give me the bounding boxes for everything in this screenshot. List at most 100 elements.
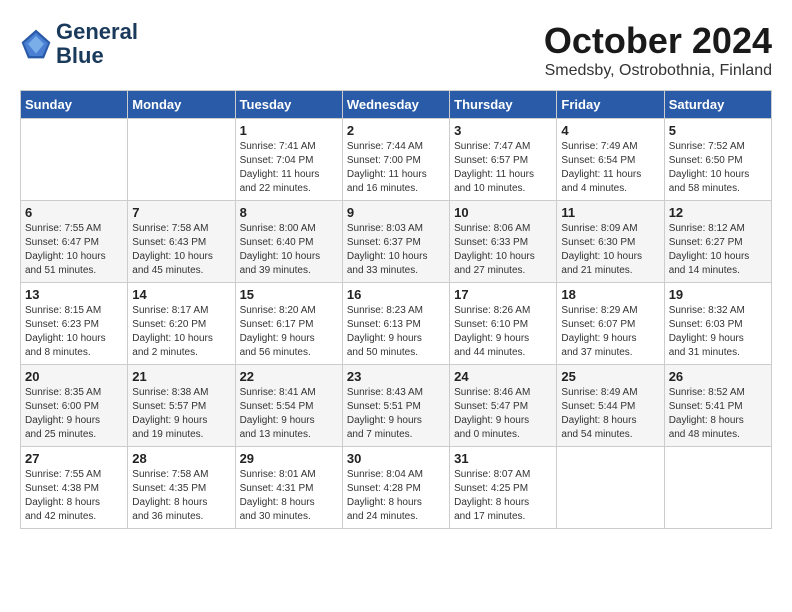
- month-title: October 2024: [544, 20, 772, 62]
- day-info: Sunrise: 8:26 AM Sunset: 6:10 PM Dayligh…: [454, 304, 552, 360]
- calendar-cell: 3 Sunrise: 7:47 AM Sunset: 6:57 PM Daylig…: [450, 119, 557, 201]
- day-number: 3: [454, 123, 552, 138]
- calendar-cell: 13 Sunrise: 8:15 AM Sunset: 6:23 PM Dayli…: [21, 283, 128, 365]
- day-number: 9: [347, 205, 445, 220]
- calendar-cell: 11 Sunrise: 8:09 AM Sunset: 6:30 PM Dayli…: [557, 201, 664, 283]
- day-info: Sunrise: 8:38 AM Sunset: 5:57 PM Dayligh…: [132, 386, 230, 442]
- calendar-cell: 5Sunrise: 7:52 AM Sunset: 6:50 PM Daylig…: [664, 119, 771, 201]
- calendar-cell: 23 Sunrise: 8:43 AM Sunset: 5:51 PM Dayli…: [342, 365, 449, 447]
- calendar-cell: 15Sunrise: 8:20 AM Sunset: 6:17 PM Dayli…: [235, 283, 342, 365]
- calendar-cell: 20 Sunrise: 8:35 AM Sunset: 6:00 PM Dayli…: [21, 365, 128, 447]
- day-info: Sunrise: 8:35 AM Sunset: 6:00 PM Dayligh…: [25, 386, 123, 442]
- calendar-cell: 9Sunrise: 8:03 AM Sunset: 6:37 PM Daylig…: [342, 201, 449, 283]
- day-number: 1: [240, 123, 338, 138]
- calendar-cell: [128, 119, 235, 201]
- calendar-cell: 28Sunrise: 7:58 AM Sunset: 4:35 PM Dayli…: [128, 447, 235, 529]
- day-number: 25: [561, 369, 659, 384]
- day-number: 6: [25, 205, 123, 220]
- day-number: 24: [454, 369, 552, 384]
- day-info: Sunrise: 8:20 AM Sunset: 6:17 PM Dayligh…: [240, 304, 338, 360]
- calendar-week-4: 20 Sunrise: 8:35 AM Sunset: 6:00 PM Dayli…: [21, 365, 772, 447]
- calendar-cell: 30 Sunrise: 8:04 AM Sunset: 4:28 PM Dayli…: [342, 447, 449, 529]
- day-info: Sunrise: 8:04 AM Sunset: 4:28 PM Dayligh…: [347, 468, 445, 524]
- day-number: 18: [561, 287, 659, 302]
- day-info: Sunrise: 8:15 AM Sunset: 6:23 PM Dayligh…: [25, 304, 123, 360]
- day-number: 17: [454, 287, 552, 302]
- day-info: Sunrise: 8:12 AM Sunset: 6:27 PM Dayligh…: [669, 222, 767, 278]
- day-number: 28: [132, 451, 230, 466]
- day-number: 8: [240, 205, 338, 220]
- calendar-cell: 14 Sunrise: 8:17 AM Sunset: 6:20 PM Dayli…: [128, 283, 235, 365]
- day-number: 13: [25, 287, 123, 302]
- calendar-table: Sunday Monday Tuesday Wednesday Thursday…: [20, 90, 772, 529]
- day-number: 7: [132, 205, 230, 220]
- day-number: 29: [240, 451, 338, 466]
- day-number: 23: [347, 369, 445, 384]
- col-sunday: Sunday: [21, 91, 128, 119]
- col-saturday: Saturday: [664, 91, 771, 119]
- day-info: Sunrise: 8:41 AM Sunset: 5:54 PM Dayligh…: [240, 386, 338, 442]
- logo-line1: General: [56, 20, 138, 44]
- day-number: 30: [347, 451, 445, 466]
- calendar-cell: 6 Sunrise: 7:55 AM Sunset: 6:47 PM Daylig…: [21, 201, 128, 283]
- day-number: 31: [454, 451, 552, 466]
- header-row: Sunday Monday Tuesday Wednesday Thursday…: [21, 91, 772, 119]
- day-info: Sunrise: 8:52 AM Sunset: 5:41 PM Dayligh…: [669, 386, 767, 442]
- calendar-cell: 26 Sunrise: 8:52 AM Sunset: 5:41 PM Dayli…: [664, 365, 771, 447]
- day-info: Sunrise: 8:46 AM Sunset: 5:47 PM Dayligh…: [454, 386, 552, 442]
- day-info: Sunrise: 7:44 AM Sunset: 7:00 PM Dayligh…: [347, 140, 445, 196]
- day-info: Sunrise: 8:23 AM Sunset: 6:13 PM Dayligh…: [347, 304, 445, 360]
- day-number: 4: [561, 123, 659, 138]
- logo-icon: [20, 28, 52, 60]
- calendar-cell: 10Sunrise: 8:06 AM Sunset: 6:33 PM Dayli…: [450, 201, 557, 283]
- calendar-cell: 31Sunrise: 8:07 AM Sunset: 4:25 PM Dayli…: [450, 447, 557, 529]
- calendar-cell: 27 Sunrise: 7:55 AM Sunset: 4:38 PM Dayli…: [21, 447, 128, 529]
- day-info: Sunrise: 7:55 AM Sunset: 4:38 PM Dayligh…: [25, 468, 123, 524]
- day-info: Sunrise: 7:47 AM Sunset: 6:57 PM Dayligh…: [454, 140, 552, 196]
- day-number: 11: [561, 205, 659, 220]
- day-number: 26: [669, 369, 767, 384]
- day-info: Sunrise: 7:49 AM Sunset: 6:54 PM Dayligh…: [561, 140, 659, 196]
- calendar-cell: [664, 447, 771, 529]
- day-number: 14: [132, 287, 230, 302]
- title-block: October 2024 Smedsby, Ostrobothnia, Finl…: [544, 20, 772, 80]
- page-header: General Blue October 2024 Smedsby, Ostro…: [20, 20, 772, 80]
- logo: General Blue: [20, 20, 138, 68]
- day-info: Sunrise: 8:01 AM Sunset: 4:31 PM Dayligh…: [240, 468, 338, 524]
- calendar-cell: 17 Sunrise: 8:26 AM Sunset: 6:10 PM Dayli…: [450, 283, 557, 365]
- calendar-cell: 21Sunrise: 8:38 AM Sunset: 5:57 PM Dayli…: [128, 365, 235, 447]
- calendar-cell: 22 Sunrise: 8:41 AM Sunset: 5:54 PM Dayli…: [235, 365, 342, 447]
- day-info: Sunrise: 8:43 AM Sunset: 5:51 PM Dayligh…: [347, 386, 445, 442]
- calendar-cell: [21, 119, 128, 201]
- col-thursday: Thursday: [450, 91, 557, 119]
- location-title: Smedsby, Ostrobothnia, Finland: [544, 62, 772, 80]
- col-friday: Friday: [557, 91, 664, 119]
- calendar-cell: 25Sunrise: 8:49 AM Sunset: 5:44 PM Dayli…: [557, 365, 664, 447]
- calendar-cell: 24 Sunrise: 8:46 AM Sunset: 5:47 PM Dayli…: [450, 365, 557, 447]
- calendar-cell: 16 Sunrise: 8:23 AM Sunset: 6:13 PM Dayli…: [342, 283, 449, 365]
- calendar-cell: 1Sunrise: 7:41 AM Sunset: 7:04 PM Daylig…: [235, 119, 342, 201]
- day-number: 16: [347, 287, 445, 302]
- calendar-cell: 19 Sunrise: 8:32 AM Sunset: 6:03 PM Dayli…: [664, 283, 771, 365]
- day-info: Sunrise: 8:09 AM Sunset: 6:30 PM Dayligh…: [561, 222, 659, 278]
- day-info: Sunrise: 7:55 AM Sunset: 6:47 PM Dayligh…: [25, 222, 123, 278]
- day-number: 12: [669, 205, 767, 220]
- day-number: 10: [454, 205, 552, 220]
- calendar-cell: 4 Sunrise: 7:49 AM Sunset: 6:54 PM Daylig…: [557, 119, 664, 201]
- calendar-cell: 29 Sunrise: 8:01 AM Sunset: 4:31 PM Dayli…: [235, 447, 342, 529]
- day-info: Sunrise: 8:32 AM Sunset: 6:03 PM Dayligh…: [669, 304, 767, 360]
- day-number: 2: [347, 123, 445, 138]
- col-monday: Monday: [128, 91, 235, 119]
- calendar-week-1: 1Sunrise: 7:41 AM Sunset: 7:04 PM Daylig…: [21, 119, 772, 201]
- day-info: Sunrise: 8:17 AM Sunset: 6:20 PM Dayligh…: [132, 304, 230, 360]
- day-number: 22: [240, 369, 338, 384]
- calendar-cell: [557, 447, 664, 529]
- day-number: 5: [669, 123, 767, 138]
- day-number: 20: [25, 369, 123, 384]
- logo-text: General Blue: [56, 20, 138, 68]
- calendar-cell: 18Sunrise: 8:29 AM Sunset: 6:07 PM Dayli…: [557, 283, 664, 365]
- col-wednesday: Wednesday: [342, 91, 449, 119]
- col-tuesday: Tuesday: [235, 91, 342, 119]
- day-number: 19: [669, 287, 767, 302]
- day-number: 27: [25, 451, 123, 466]
